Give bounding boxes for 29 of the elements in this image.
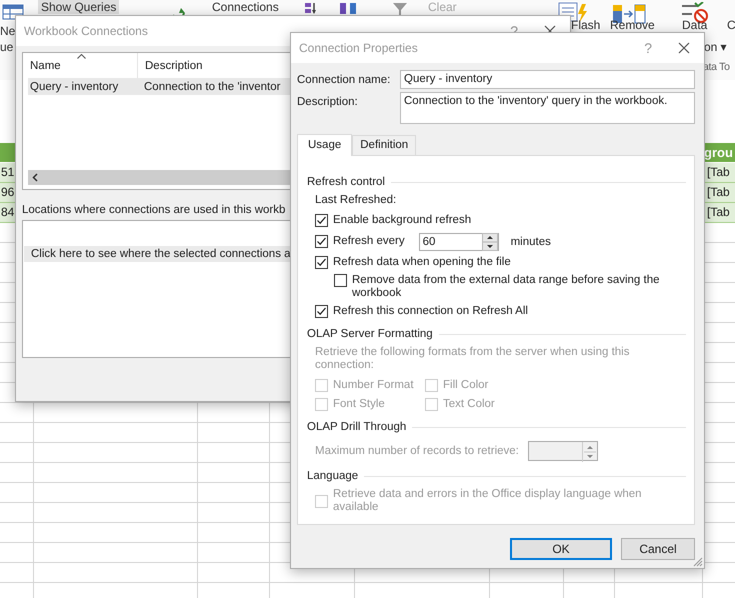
checkbox-label: Remove data from the external data range before saving the workbook bbox=[352, 274, 660, 300]
section-title: Refresh control bbox=[307, 176, 385, 188]
window-title: Workbook Connections bbox=[24, 24, 149, 38]
checkbox-label: Fill Color bbox=[443, 379, 488, 392]
info-text: Retrieve the following formats from the server when using this connection: bbox=[315, 346, 630, 372]
table-cell: 96 bbox=[0, 183, 15, 203]
checkbox-label: Refresh data when opening the file bbox=[333, 256, 511, 269]
section-label: Locations where connections are used in this workb bbox=[22, 203, 286, 218]
unit-label: minutes bbox=[510, 236, 551, 248]
table-header-cell: grou bbox=[702, 143, 735, 163]
table-cell: 51 bbox=[0, 163, 15, 183]
section-title: Language bbox=[307, 470, 358, 482]
table-cell: [Tab bbox=[702, 203, 735, 223]
checkbox-label: Text Color bbox=[443, 398, 495, 411]
checkbox-label: Refresh every bbox=[333, 235, 405, 248]
window-title: Connection Properties bbox=[299, 41, 419, 55]
field-label: Description: bbox=[297, 95, 359, 110]
checkbox-label: Retrieve data and errors in the Office display language when available bbox=[333, 488, 643, 514]
checkbox-label: Refresh this connection on Refresh All bbox=[333, 305, 528, 318]
checkbox-label: Enable background refresh bbox=[333, 214, 472, 227]
info-text: Last Refreshed: bbox=[315, 194, 398, 207]
table-cell: [Tab bbox=[702, 183, 735, 203]
checkbox-label: Font Style bbox=[333, 398, 385, 411]
section-title: OLAP Server Formatting bbox=[307, 328, 433, 340]
checkbox-label: Number Format bbox=[333, 379, 414, 392]
table-cell: [Tab bbox=[702, 163, 735, 183]
table-cell: 84 bbox=[0, 203, 15, 223]
field-label: Maximum number of records to retrieve: bbox=[315, 445, 519, 457]
section-title: OLAP Drill Through bbox=[307, 421, 406, 433]
